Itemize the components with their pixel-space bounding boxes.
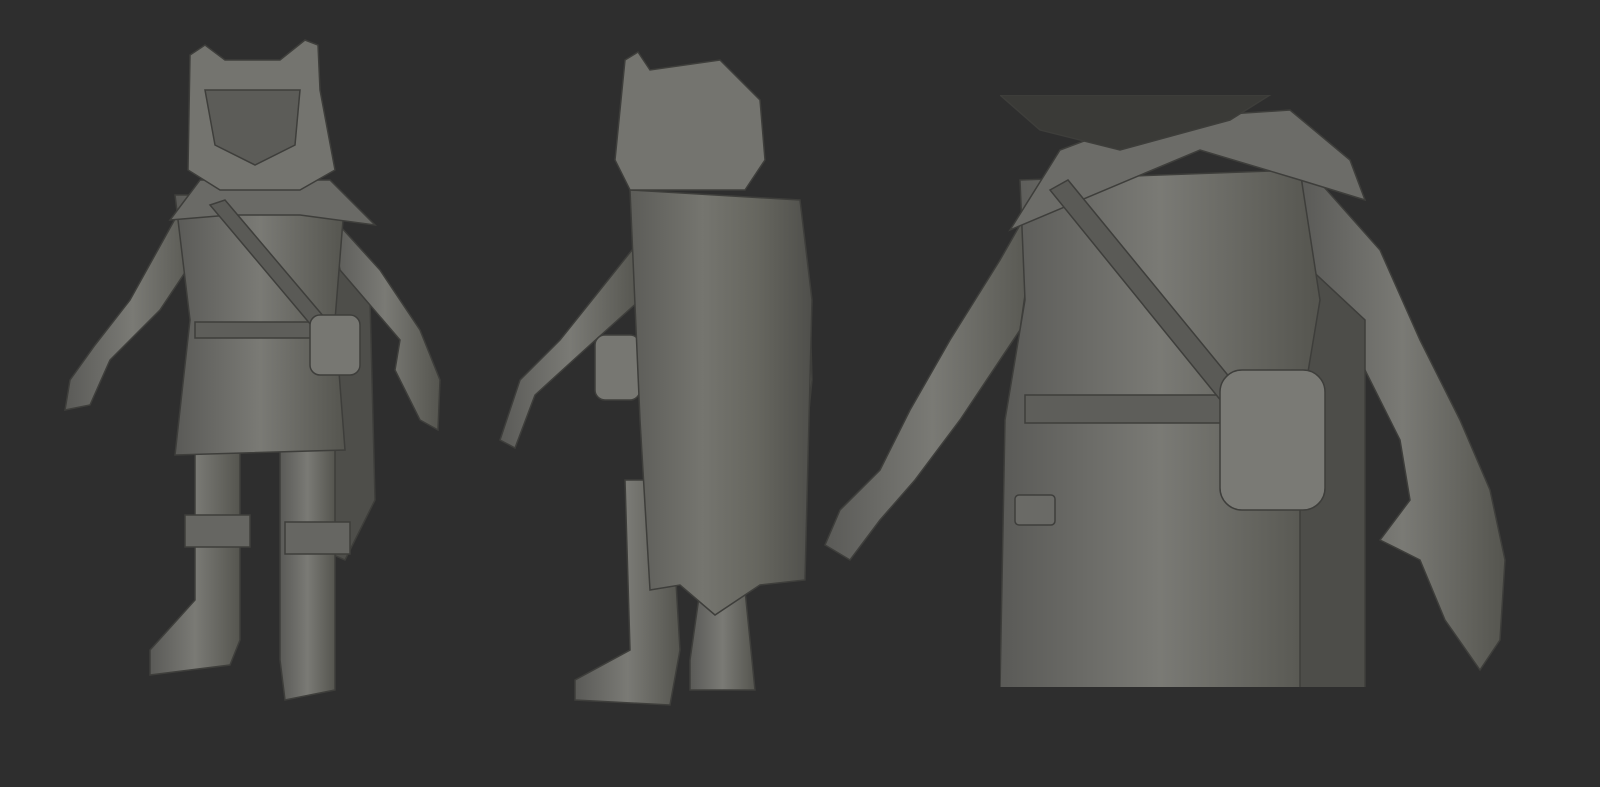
pouch [1219,369,1326,511]
pouch [594,334,641,401]
pouch [309,314,361,376]
buckle [1014,494,1056,526]
sculpt-render-canvas [0,0,1600,787]
belt [1024,394,1226,424]
leg-right [279,449,336,701]
leg-wrap-left [184,514,251,548]
cape [629,189,813,616]
leg-wrap-right [284,521,351,555]
